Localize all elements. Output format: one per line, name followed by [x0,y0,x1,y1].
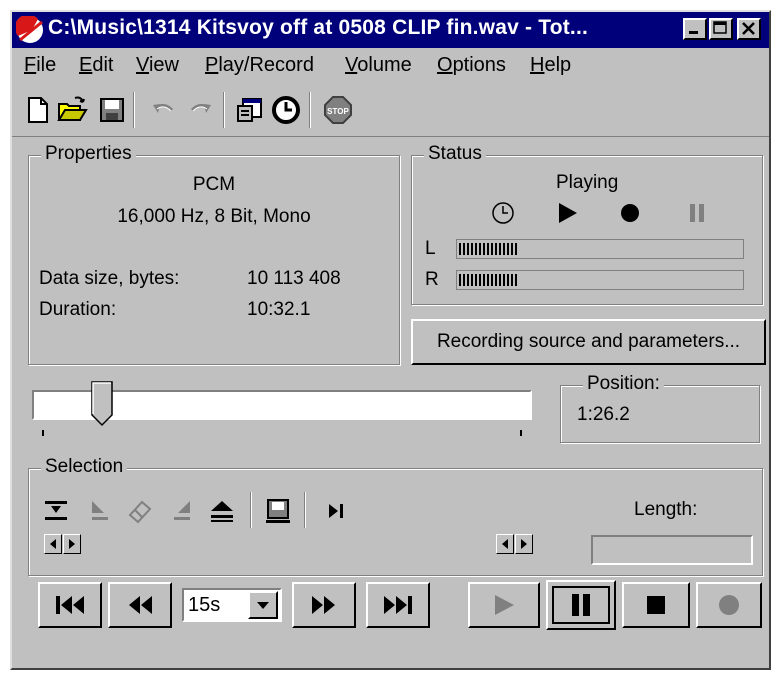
properties-icon[interactable] [234,94,266,126]
stop-sign-icon[interactable]: STOP [322,94,354,126]
jump-end-icon[interactable] [322,497,350,525]
menu-bar: File Edit View Play/Record Volume Option… [12,49,769,83]
mark-start-icon[interactable] [42,497,70,525]
menu-play-record[interactable]: Play/Record [205,54,314,77]
svg-text:STOP: STOP [327,107,349,116]
maximize-button[interactable] [709,18,733,40]
menu-options[interactable]: Options [437,54,506,77]
position-label: Position: [583,373,664,395]
save-disk-icon[interactable] [96,94,128,126]
chevron-down-icon [257,602,269,609]
skip-interval-select[interactable]: 15s [182,588,282,622]
eject-icon[interactable] [208,497,236,525]
slider-tick-start [42,430,44,436]
audio-format: PCM [192,174,236,195]
skip-to-start-button[interactable] [38,582,102,628]
minimize-button[interactable] [683,18,707,40]
arrow-right-icon[interactable] [64,535,80,553]
new-file-icon[interactable] [22,94,54,126]
close-button[interactable] [737,18,761,40]
duration-label: Duration: [39,299,117,320]
pause-icon [572,594,590,616]
selection-separator [250,492,252,528]
menu-help[interactable]: Help [530,54,571,77]
play-icon [495,595,514,615]
app-logo-icon [16,16,43,43]
left-channel-label: L [425,238,436,259]
position-value: 1:26.2 [577,404,630,425]
play-icon [559,203,577,223]
right-level-fill [459,274,518,286]
selection-end-spin[interactable] [496,534,534,554]
recording-source-button[interactable]: Recording source and parameters... [411,319,766,365]
eraser-icon[interactable] [126,497,154,525]
menu-volume[interactable]: Volume [345,54,412,77]
record-dot-icon [621,204,639,222]
menu-edit[interactable]: Edit [79,54,113,77]
properties-group: Properties PCM 16,000 Hz, 8 Bit, Mono Da… [28,143,400,365]
clock-icon [492,202,514,224]
data-size-value: 10 113 408 [247,268,341,289]
undo-icon[interactable] [148,94,180,126]
rewind-icon [129,596,152,614]
status-group: Status Playing L R [411,143,763,305]
toolbar-separator [309,92,311,128]
arrow-left-icon[interactable] [497,535,513,553]
redo-icon[interactable] [184,94,216,126]
save-selection-icon[interactable] [264,497,292,525]
skip-interval-dropdown-button[interactable] [248,591,278,619]
minimize-icon [689,31,698,34]
open-folder-icon[interactable] [56,94,88,126]
right-channel-label: R [425,269,439,290]
selection-start-spin[interactable] [44,534,82,554]
audio-spec: 16,000 Hz, 8 Bit, Mono [117,206,311,227]
toolbar-separator [223,92,225,128]
clock-icon[interactable] [270,94,302,126]
position-slider-thumb[interactable] [91,381,113,427]
menu-file[interactable]: File [24,54,56,77]
close-icon [742,22,755,35]
stop-icon [647,596,665,614]
arrow-left-icon[interactable] [45,535,61,553]
data-size-label: Data size, bytes: [39,268,180,289]
right-level-meter [456,270,744,290]
maximize-icon [713,21,727,34]
properties-label: Properties [41,143,136,165]
menu-view[interactable]: View [136,54,179,77]
app-window: C:\Music\1314 Kitsvoy off at 0508 CLIP f… [10,10,771,670]
length-label: Length: [634,499,698,520]
set-start-icon[interactable] [86,497,114,525]
skip-to-start-icon [56,596,84,614]
skip-to-end-button[interactable] [366,582,430,628]
window-title: C:\Music\1314 Kitsvoy off at 0508 CLIP f… [48,16,589,39]
left-level-meter [456,239,744,259]
set-end-icon[interactable] [168,497,196,525]
selection-separator [304,492,306,528]
toolbar-separator [133,92,135,128]
status-state: Playing [556,172,619,193]
rewind-button[interactable] [108,582,172,628]
arrow-right-icon[interactable] [516,535,532,553]
fast-forward-button[interactable] [292,582,356,628]
pause-icon [690,204,704,222]
left-level-fill [459,243,518,255]
toolbar: STOP [12,86,769,137]
pause-button[interactable] [546,580,616,630]
position-group: Position: 1:26.2 [560,373,760,443]
record-button[interactable] [696,582,762,628]
slider-tick-end [520,430,522,436]
record-icon [719,595,739,615]
length-field [591,535,753,565]
skip-to-end-icon [384,596,412,614]
stop-button[interactable] [622,582,690,628]
title-bar[interactable]: C:\Music\1314 Kitsvoy off at 0508 CLIP f… [12,12,769,48]
fast-forward-icon [312,596,335,614]
skip-interval-value: 15s [188,594,221,616]
status-label: Status [424,143,486,165]
duration-value: 10:32.1 [247,299,311,320]
selection-label: Selection [41,456,128,478]
play-button[interactable] [468,582,540,628]
